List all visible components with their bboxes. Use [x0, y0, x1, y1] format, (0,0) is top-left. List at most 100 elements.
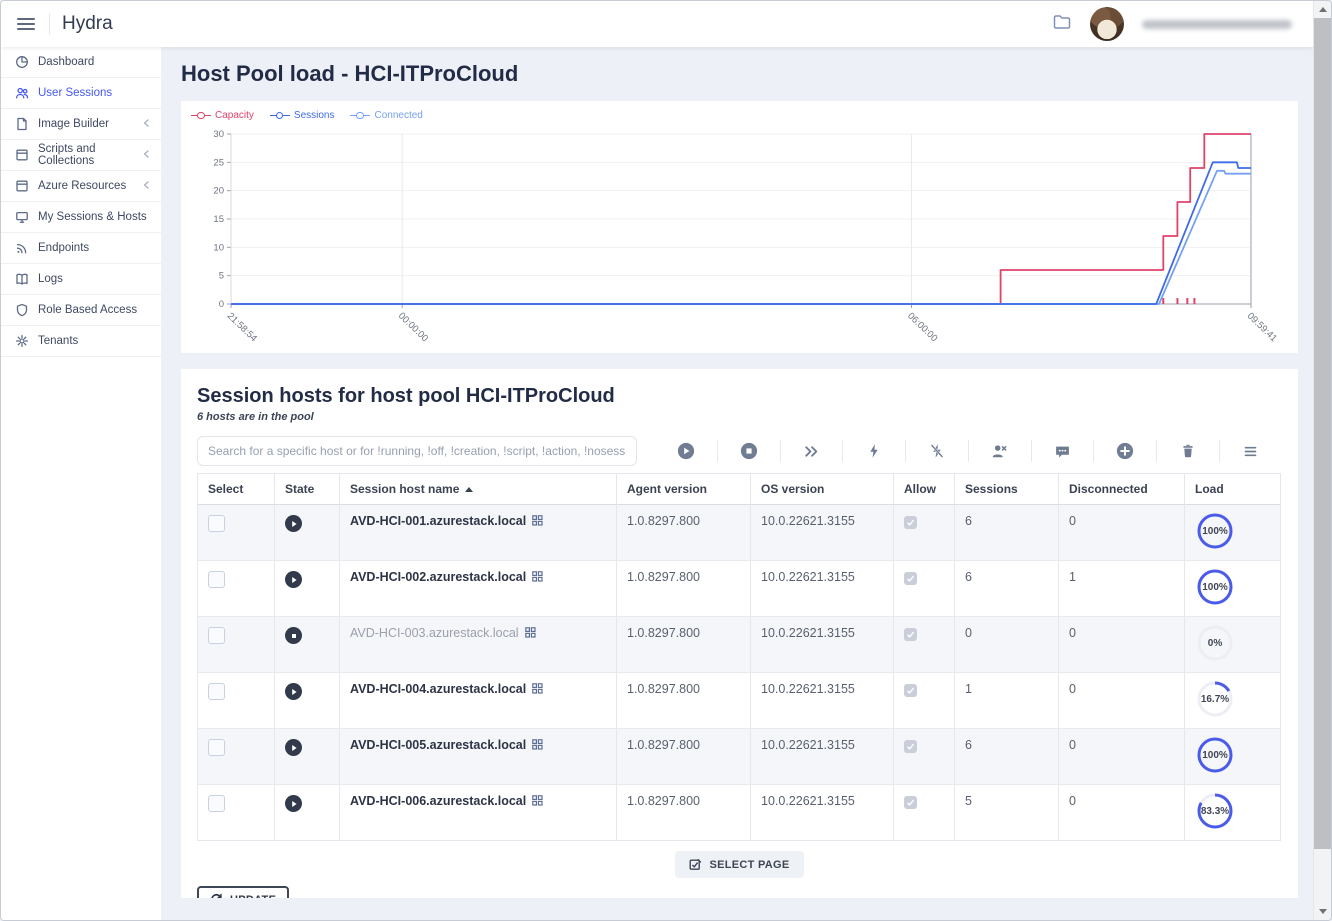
agent-version-cell: 1.0.8297.800 — [617, 617, 751, 672]
app-window: Hydra Dashboard User Sessions Image Buil… — [0, 0, 1332, 921]
os-version-cell: 10.0.22621.3155 — [751, 505, 894, 560]
row-select-checkbox[interactable] — [208, 627, 225, 644]
chevron-left-icon — [141, 179, 151, 194]
allow-checkbox — [904, 740, 917, 753]
column-header-select[interactable]: Select — [198, 474, 275, 505]
search-input[interactable] — [197, 436, 637, 466]
row-select-checkbox[interactable] — [208, 683, 225, 700]
message-icon[interactable] — [1050, 438, 1076, 464]
sidebar-item-azure-resources[interactable]: Azure Resources — [1, 171, 161, 202]
legend-item-connected[interactable]: Connected — [350, 110, 422, 121]
table-header-row: Select State Session host name Agent ver… — [198, 474, 1280, 505]
host-name-link[interactable]: AVD-HCI-002.azurestack.local — [350, 570, 526, 584]
sidebar-item-endpoints[interactable]: Endpoints — [1, 233, 161, 264]
legend-item-capacity[interactable]: Capacity — [191, 110, 254, 121]
trash-icon[interactable] — [1175, 438, 1201, 464]
scroll-up-button[interactable] — [1314, 1, 1331, 18]
sidebar-item-logs[interactable]: Logs — [1, 264, 161, 295]
sidebar-item-image-builder[interactable]: Image Builder — [1, 109, 161, 140]
host-name-link[interactable]: AVD-HCI-001.azurestack.local — [350, 514, 526, 528]
host-name-link[interactable]: AVD-HCI-005.azurestack.local — [350, 738, 526, 752]
divider — [1031, 440, 1032, 462]
svg-text:0: 0 — [219, 299, 224, 310]
host-name-link[interactable]: AVD-HCI-006.azurestack.local — [350, 794, 526, 808]
host-name-link[interactable]: AVD-HCI-004.azurestack.local — [350, 682, 526, 696]
scroll-down-button[interactable] — [1314, 903, 1331, 920]
apps-grid-icon[interactable] — [532, 683, 543, 697]
scrollbar-thumb[interactable] — [1314, 18, 1331, 849]
menu-icon[interactable] — [1238, 438, 1264, 464]
table-row: AVD-HCI-006.azurestack.local 1.0.8297.80… — [198, 785, 1280, 840]
divider — [968, 440, 969, 462]
sidebar-item-label: Logs — [38, 273, 63, 285]
sidebar-item-label: User Sessions — [38, 87, 112, 99]
legend-marker-icon — [191, 112, 211, 120]
divider — [717, 440, 718, 462]
sidebar-item-tenants[interactable]: Tenants — [1, 326, 161, 357]
sidebar-item-dashboard[interactable]: Dashboard — [1, 47, 161, 78]
legend-marker-icon — [350, 112, 370, 120]
legend-item-sessions[interactable]: Sessions — [270, 110, 335, 121]
select-page-button[interactable]: SELECT PAGE — [675, 851, 803, 878]
section-title: Session hosts for host pool HCI-ITProClo… — [197, 385, 1282, 408]
divider — [905, 440, 906, 462]
image-builder-icon — [15, 117, 29, 131]
update-button[interactable]: UPDATE — [197, 886, 289, 898]
sessions-cell: 5 — [955, 785, 1059, 840]
state-running-icon — [285, 515, 302, 532]
stop-circle-icon[interactable] — [736, 438, 762, 464]
remove-user-icon[interactable] — [987, 438, 1013, 464]
section-subtitle: 6 hosts are in the pool — [197, 411, 1282, 423]
folder-icon[interactable] — [1052, 12, 1072, 37]
load-value: 0% — [1195, 623, 1235, 663]
double-chevron-right-icon[interactable] — [798, 438, 824, 464]
sidebar-item-role-based-access[interactable]: Role Based Access — [1, 295, 161, 326]
column-header-state[interactable]: State — [275, 474, 340, 505]
column-header-disconnected[interactable]: Disconnected — [1059, 474, 1185, 505]
row-select-checkbox[interactable] — [208, 515, 225, 532]
table-row: AVD-HCI-001.azurestack.local 1.0.8297.80… — [198, 505, 1280, 561]
page-title: Host Pool load - HCI-ITProCloud — [181, 61, 518, 87]
session-hosts-card: Session hosts for host pool HCI-ITProClo… — [181, 369, 1298, 898]
load-value: 100% — [1195, 567, 1235, 607]
row-select-checkbox[interactable] — [208, 571, 225, 588]
host-name-link[interactable]: AVD-HCI-003.azurestack.local — [350, 626, 519, 640]
load-value: 16.7% — [1195, 679, 1235, 719]
avatar[interactable] — [1090, 7, 1124, 41]
column-header-sessions[interactable]: Sessions — [955, 474, 1059, 505]
lightning-icon[interactable] — [861, 438, 887, 464]
sidebar-item-label: Role Based Access — [38, 304, 137, 316]
load-value: 100% — [1195, 511, 1235, 551]
user-email-redacted — [1142, 20, 1292, 29]
column-header-host-name[interactable]: Session host name — [340, 474, 617, 505]
allow-checkbox — [904, 572, 917, 585]
lightning-off-icon[interactable] — [924, 438, 950, 464]
table-row: AVD-HCI-002.azurestack.local 1.0.8297.80… — [198, 561, 1280, 617]
row-select-checkbox[interactable] — [208, 739, 225, 756]
play-circle-icon[interactable] — [673, 438, 699, 464]
load-ring: 100% — [1195, 511, 1235, 551]
disconnected-cell: 0 — [1059, 785, 1185, 840]
row-select-checkbox[interactable] — [208, 795, 225, 812]
apps-grid-icon[interactable] — [532, 795, 543, 809]
add-circle-icon[interactable] — [1112, 438, 1138, 464]
column-header-agent-version[interactable]: Agent version — [617, 474, 751, 505]
column-header-load[interactable]: Load — [1185, 474, 1280, 505]
state-running-icon — [285, 571, 302, 588]
sidebar-item-label: Azure Resources — [38, 180, 126, 192]
load-ring: 0% — [1195, 623, 1235, 663]
chevron-left-icon — [141, 117, 151, 132]
column-header-os-version[interactable]: OS version — [751, 474, 894, 505]
apps-grid-icon[interactable] — [532, 739, 543, 753]
sidebar-item-my-sessions-hosts[interactable]: My Sessions & Hosts — [1, 202, 161, 233]
column-header-allow[interactable]: Allow — [894, 474, 955, 505]
vertical-scrollbar[interactable] — [1313, 1, 1331, 920]
endpoints-icon — [15, 241, 29, 255]
sidebar-item-scripts-and-collections[interactable]: Scripts and Collections — [1, 140, 161, 171]
sidebar-item-user-sessions[interactable]: User Sessions — [1, 78, 161, 109]
apps-grid-icon[interactable] — [532, 571, 543, 585]
apps-grid-icon[interactable] — [525, 627, 536, 641]
apps-grid-icon[interactable] — [532, 515, 543, 529]
sessions-cell: 6 — [955, 505, 1059, 560]
hamburger-menu-icon[interactable] — [17, 15, 35, 33]
